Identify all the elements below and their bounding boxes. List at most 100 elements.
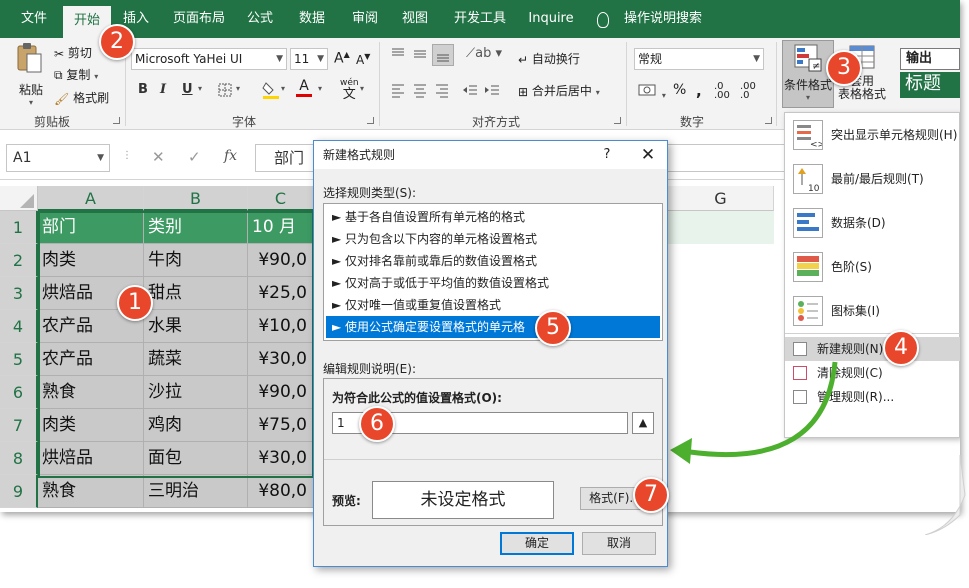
chevron-down-icon[interactable]: ▾ — [198, 84, 202, 93]
rule-type-list[interactable]: ► 基于各自值设置所有单元格的格式 ► 只为包含以下内容的单元格设置格式 ► 仅对排… — [323, 203, 663, 341]
merge-center-button[interactable]: ⊞ 合并后居中 ▾ — [518, 82, 600, 99]
align-middle-icon[interactable] — [412, 46, 428, 65]
borders-icon[interactable] — [218, 83, 232, 100]
table-cell[interactable]: ¥90,0 — [248, 244, 314, 277]
tab-inquire[interactable]: Inquire — [523, 0, 579, 38]
table-cell[interactable]: 面包 — [144, 442, 248, 475]
row-header[interactable]: 8 — [0, 442, 38, 475]
comma-style-icon[interactable]: , — [696, 82, 702, 100]
chevron-down-icon[interactable]: ▾ — [360, 84, 364, 93]
cancel-button[interactable]: 取消 — [582, 532, 656, 555]
font-color-icon[interactable]: A — [296, 78, 312, 97]
table-cell[interactable]: 熟食 — [38, 376, 144, 409]
align-bottom-icon[interactable] — [432, 44, 454, 66]
align-left-icon[interactable] — [390, 82, 406, 101]
name-box[interactable]: A1 ▼ — [6, 144, 110, 172]
row-header[interactable]: 2 — [0, 244, 38, 277]
font-name-combo[interactable]: Microsoft YaHei UI ▼ — [131, 48, 287, 70]
table-cell[interactable]: 肉类 — [38, 409, 144, 442]
top-bottom-rules-item[interactable]: 10 最前/最后规则(T) — [785, 157, 960, 201]
align-center-icon[interactable] — [412, 82, 428, 101]
orientation-icon[interactable]: ⟋ab ▾ — [466, 46, 502, 61]
number-format-combo[interactable]: 常规 ▼ — [634, 48, 764, 70]
row-header[interactable]: 5 — [0, 343, 38, 376]
rule-type-item[interactable]: ► 仅对排名靠前或靠后的数值设置格式 — [326, 250, 660, 272]
header-cell[interactable]: 类别 — [144, 211, 248, 244]
align-top-icon[interactable] — [390, 46, 406, 65]
tab-file[interactable]: 文件 — [14, 0, 54, 38]
table-cell[interactable]: 肉类 — [38, 244, 144, 277]
table-cell[interactable]: ¥10,0 — [248, 310, 314, 343]
tab-page-layout[interactable]: 页面布局 — [166, 0, 232, 38]
percent-button[interactable]: % — [673, 82, 686, 98]
table-cell[interactable]: ¥25,0 — [248, 277, 314, 310]
table-cell[interactable]: 烘焙品 — [38, 442, 144, 475]
dialog-launcher-icon[interactable] — [765, 117, 772, 124]
highlight-cells-rules-item[interactable]: <> 突出显示单元格规则(H) — [785, 113, 960, 157]
chevron-down-icon[interactable]: ▾ — [281, 84, 285, 93]
rule-type-item[interactable]: ► 只为包含以下内容的单元格设置格式 — [326, 228, 660, 250]
icon-sets-item[interactable]: 图标集(I) — [785, 289, 960, 333]
font-size-combo[interactable]: 11 ▼ — [290, 48, 328, 70]
table-cell[interactable]: ¥30,0 — [248, 442, 314, 475]
style-title[interactable]: 标题 — [900, 72, 960, 98]
decrease-indent-icon[interactable] — [462, 82, 478, 101]
table-cell[interactable]: 三明治 — [144, 475, 248, 508]
bold-button[interactable]: B — [138, 82, 148, 97]
column-header[interactable]: B — [144, 186, 248, 211]
table-cell[interactable]: ¥75,0 — [248, 409, 314, 442]
italic-button[interactable]: I — [160, 82, 166, 97]
chevron-down-icon[interactable]: ▾ — [236, 84, 240, 93]
tab-developer[interactable]: 开发工具 — [447, 0, 513, 38]
ok-button[interactable]: 确定 — [500, 532, 574, 555]
row-header[interactable]: 9 — [0, 475, 38, 508]
cancel-icon[interactable]: ✕ — [152, 148, 165, 166]
column-header[interactable]: G — [668, 186, 774, 211]
table-cell[interactable]: 农产品 — [38, 343, 144, 376]
row-header[interactable]: 1 — [0, 211, 38, 244]
align-right-icon[interactable] — [434, 82, 450, 101]
rule-type-item[interactable]: ► 仅对唯一值或重复值设置格式 — [326, 294, 660, 316]
tab-formulas[interactable]: 公式 — [240, 0, 280, 38]
chevron-down-icon[interactable]: ▾ — [318, 84, 322, 93]
dialog-launcher-icon[interactable] — [614, 117, 621, 124]
paste-button[interactable]: 粘贴 ▾ — [14, 42, 48, 107]
collapse-dialog-icon[interactable]: ▲ — [632, 412, 654, 434]
table-cell[interactable]: ¥90,0 — [248, 376, 314, 409]
table-cell[interactable]: 水果 — [144, 310, 248, 343]
dialog-launcher-icon[interactable] — [367, 117, 374, 124]
row-header[interactable]: 3 — [0, 277, 38, 310]
header-cell[interactable]: 10 月 — [248, 211, 314, 244]
decrease-decimal-icon[interactable]: .00.0 — [740, 82, 756, 101]
shrink-font-icon[interactable]: A▼ — [356, 52, 370, 67]
currency-icon[interactable]: ▾ — [638, 82, 666, 101]
help-icon[interactable]: ? — [597, 141, 617, 169]
column-header[interactable]: C — [248, 186, 314, 211]
rule-type-item[interactable]: ► 仅对高于或低于平均值的数值设置格式 — [326, 272, 660, 294]
tell-me-search[interactable]: 操作说明搜索 — [622, 0, 704, 38]
header-cell[interactable]: 部门 — [38, 211, 144, 244]
tab-view[interactable]: 视图 — [395, 0, 435, 38]
table-cell[interactable]: 鸡肉 — [144, 409, 248, 442]
table-cell[interactable]: ¥80,0 — [248, 475, 314, 508]
wrap-text-button[interactable]: ↵ 自动换行 — [518, 50, 580, 67]
row-header[interactable]: 6 — [0, 376, 38, 409]
row-header[interactable]: 4 — [0, 310, 38, 343]
increase-decimal-icon[interactable]: .0.00 — [714, 82, 730, 101]
table-cell[interactable]: ¥30,0 — [248, 343, 314, 376]
grow-font-icon[interactable]: A▲ — [334, 50, 350, 67]
color-scales-item[interactable]: 色阶(S) — [785, 245, 960, 289]
new-rule-item[interactable]: 新建规则(N)... — [785, 337, 960, 361]
underline-button[interactable]: U — [182, 82, 193, 97]
table-cell[interactable]: 熟食 — [38, 475, 144, 508]
enter-icon[interactable]: ✓ — [188, 148, 201, 166]
phonetic-guide-button[interactable]: wén 文 — [340, 78, 359, 102]
format-painter-button[interactable]: 🖌 格式刷 — [54, 89, 109, 106]
table-cell[interactable]: 沙拉 — [144, 376, 248, 409]
table-cell[interactable]: 甜点 — [144, 277, 248, 310]
select-all-corner[interactable] — [0, 186, 38, 211]
increase-indent-icon[interactable] — [484, 82, 500, 101]
data-bars-item[interactable]: 数据条(D) — [785, 201, 960, 245]
column-header[interactable]: A — [38, 186, 144, 211]
copy-button[interactable]: ⧉ 复制 ▾ — [54, 66, 98, 83]
